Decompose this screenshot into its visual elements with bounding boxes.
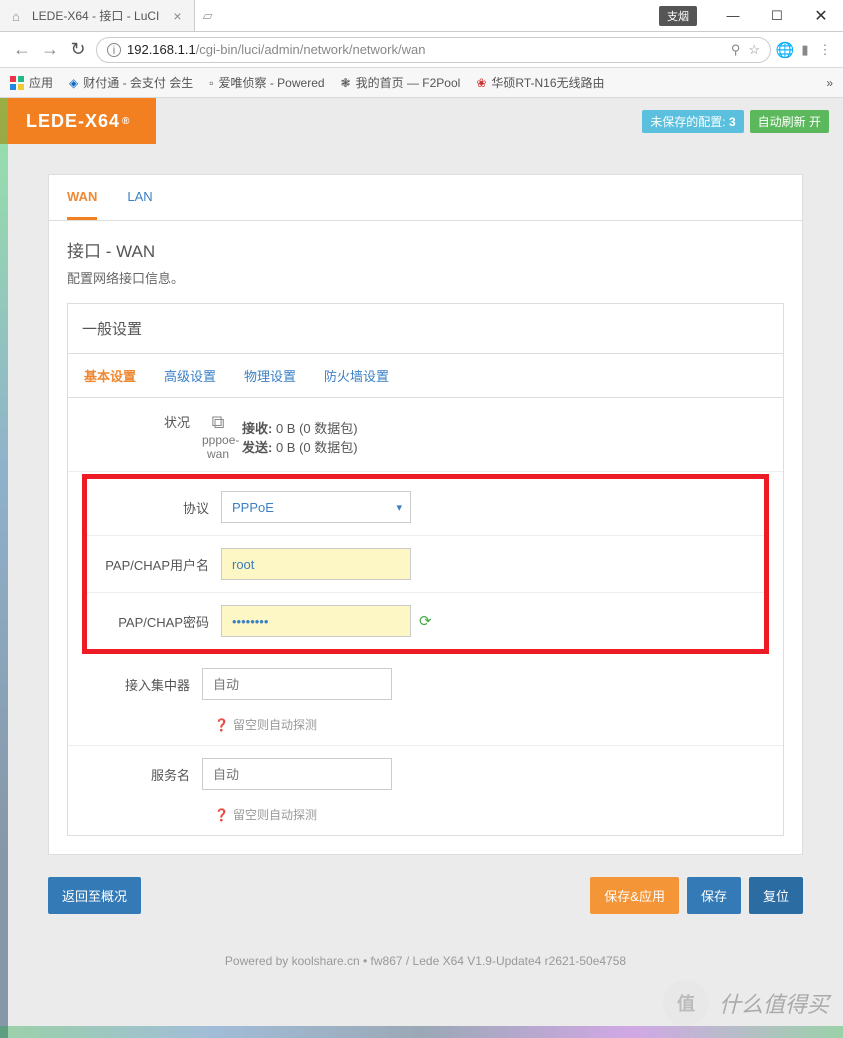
browser-menu-icon[interactable]: ⋮ [815, 42, 835, 58]
tab-advanced-settings[interactable]: 高级设置 [162, 354, 218, 397]
bookmarks-bar: 应用 ◈财付通 - 会支付 会生 ▫爱唯侦察 - Powered ❃我的首页 —… [0, 68, 843, 98]
tab-lan[interactable]: LAN [127, 189, 152, 220]
info-icon: ❓ [214, 718, 229, 732]
tab-favicon-icon: ⌂ [12, 9, 26, 23]
auto-refresh-toggle[interactable]: 自动刷新 开 [750, 110, 829, 133]
traffic-stats: 接收: 0 B (0 数据包) 发送: 0 B (0 数据包) [242, 418, 358, 456]
username-label: PAP/CHAP用户名 [101, 555, 221, 574]
page-icon: ❃ [341, 76, 351, 90]
nav-reload-button[interactable]: ↻ [64, 39, 92, 60]
back-button[interactable]: 返回至概况 [48, 877, 141, 914]
url-host: 192.168.1.1 [127, 42, 196, 57]
nav-back-button[interactable]: ← [8, 39, 36, 60]
password-label: PAP/CHAP密码 [101, 612, 221, 631]
page-title: 接口 - WAN [49, 221, 802, 268]
bookmark-item[interactable]: ❀华硕RT-N16无线路由 [476, 74, 604, 91]
main-panel: WAN LAN 接口 - WAN 配置网络接口信息。 一般设置 基本设置 高级设… [48, 174, 803, 855]
shield-icon: ◈ [69, 76, 78, 90]
page-header: LEDE-X64® 未保存的配置: 3 自动刷新 开 [0, 98, 843, 144]
bookmark-item[interactable]: ▫爱唯侦察 - Powered [209, 74, 324, 91]
info-icon: ❓ [214, 808, 229, 822]
interface-tabs: WAN LAN [49, 175, 802, 221]
extension-icon[interactable]: 🌐 [775, 41, 795, 59]
settings-tabs: 基本设置 高级设置 物理设置 防火墙设置 [68, 353, 783, 398]
password-input[interactable] [221, 605, 411, 637]
user-badge[interactable]: 支烟 [659, 6, 697, 26]
window-close-button[interactable]: ✕ [799, 0, 843, 32]
page-viewport: LEDE-X64® 未保存的配置: 3 自动刷新 开 WAN LAN 接口 - … [0, 98, 843, 1038]
field-protocol: 协议 PPPoE [87, 479, 764, 536]
network-adapter-icon: ⧉ [202, 412, 234, 433]
username-input[interactable] [221, 548, 411, 580]
bookmark-item[interactable]: ◈财付通 - 会支付 会生 [69, 74, 193, 91]
tab-firewall-settings[interactable]: 防火墙设置 [322, 354, 391, 397]
field-status: 状况 ⧉ pppoe-wan 接收: 0 B (0 数据包) 发送: 0 B (… [68, 398, 783, 472]
window-maximize-button[interactable]: ☐ [755, 0, 799, 32]
bookmark-item[interactable]: ❃我的首页 — F2Pool [341, 74, 461, 91]
tab-close-icon[interactable]: × [173, 8, 181, 24]
brand-logo[interactable]: LEDE-X64® [0, 98, 156, 144]
nav-forward-button[interactable]: → [36, 39, 64, 60]
url-path: /cgi-bin/luci/admin/network/network/wan [196, 42, 426, 57]
page-icon: ▫ [209, 76, 213, 90]
action-bar: 返回至概况 保存&应用 保存 复位 [48, 855, 803, 936]
field-username: PAP/CHAP用户名 [87, 536, 764, 593]
tab-wan[interactable]: WAN [67, 189, 97, 220]
field-ac: 接入集中器 [68, 656, 783, 712]
field-password: PAP/CHAP密码 ⟳ [87, 593, 764, 649]
ac-label: 接入集中器 [82, 675, 202, 694]
save-button[interactable]: 保存 [687, 877, 741, 914]
highlighted-fields: 协议 PPPoE PAP/CHAP用户名 PAP/CH [82, 474, 769, 654]
ac-hint: ❓留空则自动探测 [68, 712, 783, 746]
reveal-password-icon[interactable]: ⟳ [419, 612, 432, 630]
field-service: 服务名 [68, 746, 783, 802]
decorative-stripe [0, 1026, 843, 1038]
site-info-icon[interactable]: i [107, 43, 121, 57]
service-input[interactable] [202, 758, 392, 790]
page-icon: ❀ [476, 76, 486, 90]
general-settings-section: 一般设置 基本设置 高级设置 物理设置 防火墙设置 状况 ⧉ pppoe-w [67, 303, 784, 836]
save-apply-button[interactable]: 保存&应用 [590, 877, 679, 914]
apps-icon [10, 76, 24, 90]
protocol-select[interactable]: PPPoE [221, 491, 411, 523]
page-subtitle: 配置网络接口信息。 [49, 268, 802, 303]
tab-basic-settings[interactable]: 基本设置 [82, 354, 138, 397]
service-label: 服务名 [82, 765, 202, 784]
bookmarks-overflow-button[interactable]: » [826, 76, 833, 90]
watermark-logo-icon: 值 [663, 980, 709, 1026]
reset-button[interactable]: 复位 [749, 877, 803, 914]
watermark-text: 什么值得买 [719, 987, 829, 1019]
bookmark-star-icon[interactable]: ☆ [748, 42, 760, 58]
ac-input[interactable] [202, 668, 392, 700]
window-titlebar: ⌂ LEDE-X64 - 接口 - LuCI × ▱ 支烟 — ☐ ✕ [0, 0, 843, 32]
interface-icon: ⧉ pppoe-wan [202, 412, 234, 461]
site-permissions-icon[interactable]: ⚲ [731, 42, 741, 58]
tab-title: LEDE-X64 - 接口 - LuCI [32, 7, 159, 24]
address-bar[interactable]: i 192.168.1.1/cgi-bin/luci/admin/network… [96, 37, 771, 63]
protocol-label: 协议 [101, 498, 221, 517]
unsaved-changes-badge[interactable]: 未保存的配置: 3 [642, 110, 743, 133]
section-title: 一般设置 [68, 304, 783, 353]
tab-physical-settings[interactable]: 物理设置 [242, 354, 298, 397]
decorative-stripe [0, 98, 8, 1038]
extension-icon[interactable]: ▮ [795, 42, 815, 58]
apps-shortcut[interactable]: 应用 [10, 74, 53, 91]
new-tab-button[interactable]: ▱ [195, 0, 221, 31]
watermark: 值 什么值得买 [663, 980, 829, 1026]
browser-tab[interactable]: ⌂ LEDE-X64 - 接口 - LuCI × [0, 0, 195, 31]
service-hint: ❓留空则自动探测 [68, 802, 783, 835]
window-minimize-button[interactable]: — [711, 0, 755, 32]
browser-toolbar: ← → ↻ i 192.168.1.1/cgi-bin/luci/admin/n… [0, 32, 843, 68]
status-label: 状况 [82, 412, 202, 431]
